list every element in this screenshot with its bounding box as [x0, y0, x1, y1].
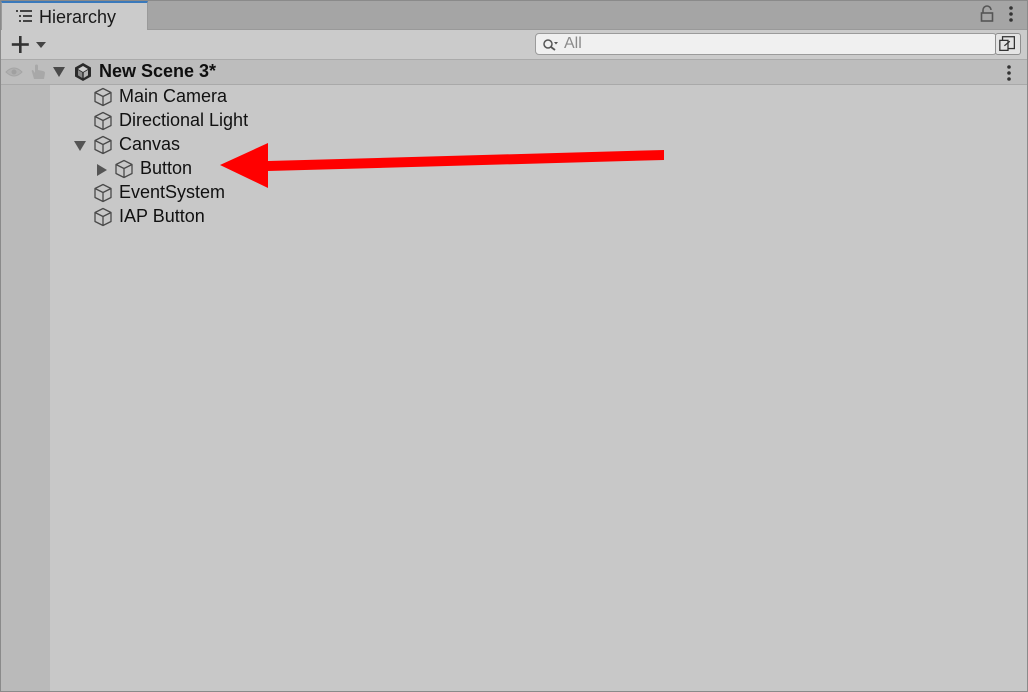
- hierarchy-item-directional-light[interactable]: Directional Light: [0, 109, 1028, 133]
- item-label: Directional Light: [119, 110, 249, 130]
- hierarchy-item-eventsystem[interactable]: EventSystem: [0, 181, 1028, 205]
- gameobject-cube-icon: [94, 111, 112, 131]
- scene-kebab-menu-icon[interactable]: [1002, 63, 1016, 83]
- gameobject-cube-icon: [115, 159, 133, 179]
- eye-icon[interactable]: [5, 66, 23, 78]
- tab-menu-kebab-icon[interactable]: [1004, 4, 1018, 24]
- item-label: IAP Button: [119, 206, 205, 226]
- add-create-button[interactable]: [8, 34, 50, 56]
- gameobject-cube-icon: [94, 87, 112, 107]
- item-label: Canvas: [119, 134, 181, 154]
- scene-expand-arrow-icon[interactable]: [53, 67, 65, 77]
- hierarchy-item-canvas[interactable]: Canvas: [0, 133, 1028, 157]
- expand-arrow-right-icon[interactable]: [96, 164, 108, 176]
- tab-bar: Hierarchy: [0, 0, 1028, 30]
- expand-arrow-down-icon[interactable]: [74, 140, 86, 152]
- search-field[interactable]: [535, 33, 997, 55]
- item-label: Button: [140, 158, 193, 178]
- gameobject-cube-icon: [94, 207, 112, 227]
- gameobject-cube-icon: [94, 135, 112, 155]
- scene-name: New Scene 3*: [99, 61, 217, 81]
- hierarchy-window: Hierarchy All New Scene 3* Main Camera D…: [0, 0, 1028, 692]
- tab-actions: [980, 4, 1018, 24]
- hierarchy-item-main-camera[interactable]: Main Camera: [0, 85, 1028, 109]
- hand-pointer-icon[interactable]: [29, 64, 47, 80]
- item-label: EventSystem: [119, 182, 226, 202]
- unity-scene-icon: [75, 63, 91, 81]
- search-input[interactable]: [564, 35, 984, 53]
- gameobject-cube-icon: [94, 183, 112, 203]
- item-label: Main Camera: [119, 86, 228, 106]
- hierarchy-item-button[interactable]: Button: [0, 157, 1028, 181]
- scene-header-row[interactable]: New Scene 3*: [0, 60, 1028, 85]
- lock-icon[interactable]: [980, 4, 994, 24]
- hierarchy-item-iap-button[interactable]: IAP Button: [0, 205, 1028, 229]
- hierarchy-list-icon: [16, 10, 32, 22]
- tab-label: Hierarchy: [39, 7, 117, 27]
- search-icon: [543, 39, 558, 51]
- tab-hierarchy[interactable]: Hierarchy: [1, 1, 148, 30]
- search-mode-icon[interactable]: [995, 33, 1021, 55]
